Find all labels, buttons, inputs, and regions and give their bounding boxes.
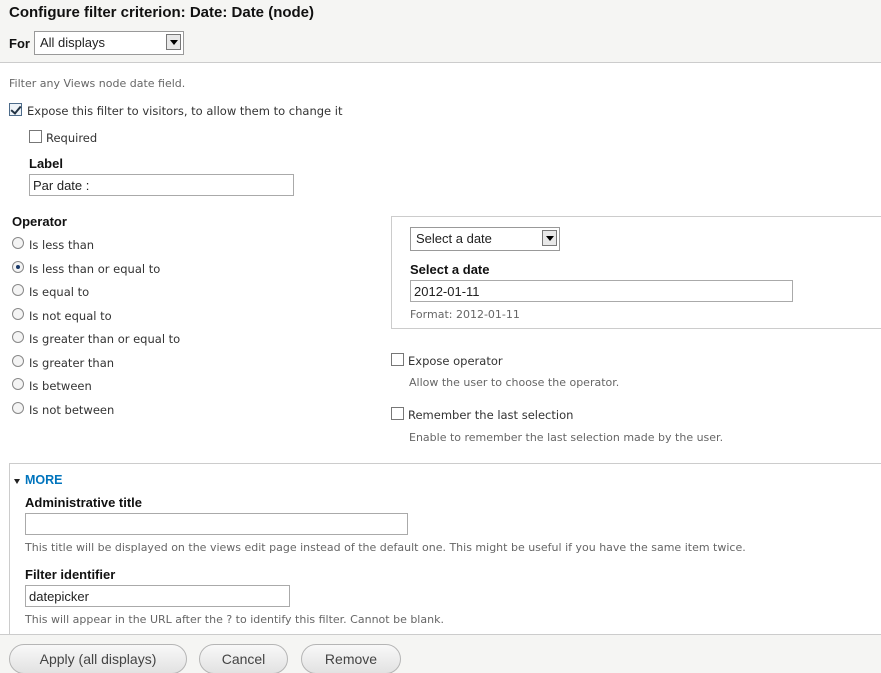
date-field-title: Select a date xyxy=(410,262,490,277)
date-input[interactable]: 2012-01-11 xyxy=(410,280,793,302)
dialog-header: Configure filter criterion: Date: Date (… xyxy=(0,0,881,63)
operator-label-not-equal: Is not equal to xyxy=(29,309,112,323)
operator-label-greater-than: Is greater than xyxy=(29,356,115,370)
expose-operator-description: Allow the user to choose the operator. xyxy=(409,376,620,389)
more-toggle-link[interactable]: MORE xyxy=(25,473,63,487)
chevron-down-icon xyxy=(166,34,181,50)
caret-down-icon xyxy=(14,479,20,484)
operator-label-less-than: Is less than xyxy=(29,238,95,252)
filter-identifier-label: Filter identifier xyxy=(25,567,116,582)
for-display-select-value: All displays xyxy=(40,35,106,50)
remember-selection-description: Enable to remember the last selection ma… xyxy=(409,431,724,444)
for-label: For xyxy=(9,36,30,51)
expose-operator-checkbox[interactable] xyxy=(391,353,404,366)
cancel-button[interactable]: Cancel xyxy=(199,644,288,673)
operator-label-greater-equal: Is greater than or equal to xyxy=(29,332,181,346)
remove-button[interactable]: Remove xyxy=(301,644,401,673)
label-field-title: Label xyxy=(29,156,63,171)
required-label: Required xyxy=(46,131,98,145)
remember-selection-label: Remember the last selection xyxy=(408,408,574,422)
admin-title-input[interactable] xyxy=(25,513,408,535)
operator-radio-between[interactable] xyxy=(12,378,24,390)
operator-radio-equal[interactable] xyxy=(12,284,24,296)
date-format-hint: Format: 2012-01-11 xyxy=(410,308,520,321)
expose-filter-label: Expose this filter to visitors, to allow… xyxy=(27,104,343,118)
operator-radio-less-than[interactable] xyxy=(12,237,24,249)
operator-label-less-equal: Is less than or equal to xyxy=(29,262,161,276)
operator-label-not-between: Is not between xyxy=(29,403,115,417)
remember-selection-checkbox[interactable] xyxy=(391,407,404,420)
dialog-footer: Apply (all displays) Cancel Remove xyxy=(0,634,881,673)
operator-radio-not-equal[interactable] xyxy=(12,308,24,320)
operator-radio-greater-equal[interactable] xyxy=(12,331,24,343)
label-input[interactable]: Par date : xyxy=(29,174,294,196)
dialog-title: Configure filter criterion: Date: Date (… xyxy=(9,4,315,21)
operator-radio-not-between[interactable] xyxy=(12,402,24,414)
date-type-select[interactable]: Select a date xyxy=(410,227,560,251)
apply-button[interactable]: Apply (all displays) xyxy=(9,644,187,673)
for-display-select[interactable]: All displays xyxy=(34,31,184,55)
required-checkbox[interactable] xyxy=(29,130,42,143)
operator-label-between: Is between xyxy=(29,379,92,393)
operator-title: Operator xyxy=(12,214,67,229)
filter-identifier-input[interactable]: datepicker xyxy=(25,585,290,607)
operator-radio-less-equal[interactable] xyxy=(12,261,24,273)
operator-label-equal: Is equal to xyxy=(29,285,90,299)
filter-intro-text: Filter any Views node date field. xyxy=(9,77,186,90)
admin-title-label: Administrative title xyxy=(25,495,143,510)
operator-radio-greater-than[interactable] xyxy=(12,355,24,367)
date-type-select-value: Select a date xyxy=(416,231,492,246)
admin-title-description: This title will be displayed on the view… xyxy=(25,541,746,554)
filter-identifier-description: This will appear in the URL after the ? … xyxy=(25,613,444,626)
chevron-down-icon xyxy=(542,230,557,246)
expose-filter-checkbox[interactable] xyxy=(9,103,22,116)
expose-operator-label: Expose operator xyxy=(408,354,503,368)
